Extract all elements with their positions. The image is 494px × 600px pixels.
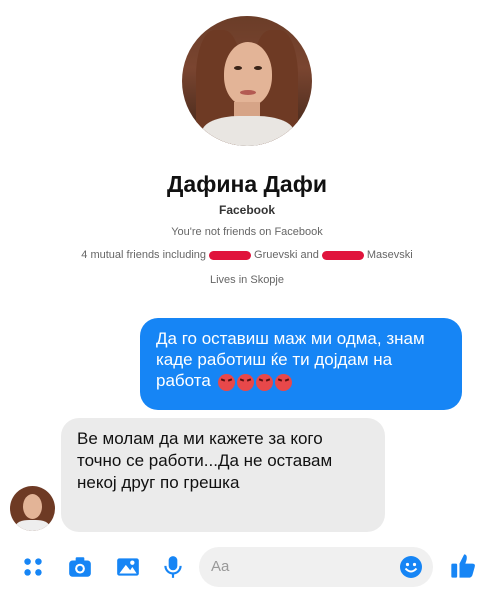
angry-face-icon [236,374,254,392]
photo-eye-right [254,66,262,70]
photo-face [224,42,272,106]
outgoing-message[interactable]: Да го оставиш маж ми одма, знам каде раб… [140,318,462,410]
incoming-message[interactable]: Ве молам да ми кажете за кого точно се р… [61,418,385,532]
sender-avatar[interactable] [10,486,55,531]
emoji-icon[interactable] [399,555,423,579]
profile-name[interactable]: Дафина Дафи [0,171,494,198]
avatar-shirt [16,520,49,531]
photo-lips [240,90,256,95]
redaction-mark [209,250,252,260]
image-icon[interactable] [115,554,141,580]
photo-shirt [202,116,294,146]
angry-emoji-group [216,371,292,392]
mutual-friends-text: 4 mutual friends including Gruevski and Ma… [0,249,494,261]
location-text: Lives in Skopje [210,274,284,286]
grid-icon[interactable] [20,554,46,580]
friend-status-text: You're not friends on Facebook [171,226,323,238]
incoming-message-text: Ве молам да ми кажете за кого точно се р… [77,429,333,492]
camera-icon[interactable] [67,554,93,580]
angry-face-icon [255,374,273,392]
message-input-placeholder: Aa [211,558,230,575]
mutual-end: Masevski [366,249,413,261]
microphone-icon[interactable] [160,554,186,580]
thumbs-up-icon[interactable] [449,552,477,580]
platform-label: Facebook [218,203,275,217]
angry-face-icon [217,374,235,392]
photo-eye-left [234,66,242,70]
mutual-prefix: 4 mutual friends including [81,249,207,261]
mutual-mid: Gruevski and [254,249,319,261]
redaction-mark [321,250,364,260]
avatar-face [23,494,42,519]
profile-photo[interactable] [182,16,312,146]
message-input[interactable]: Aa [199,547,433,587]
angry-face-icon [274,374,292,392]
message-composer: Aa [0,542,494,592]
